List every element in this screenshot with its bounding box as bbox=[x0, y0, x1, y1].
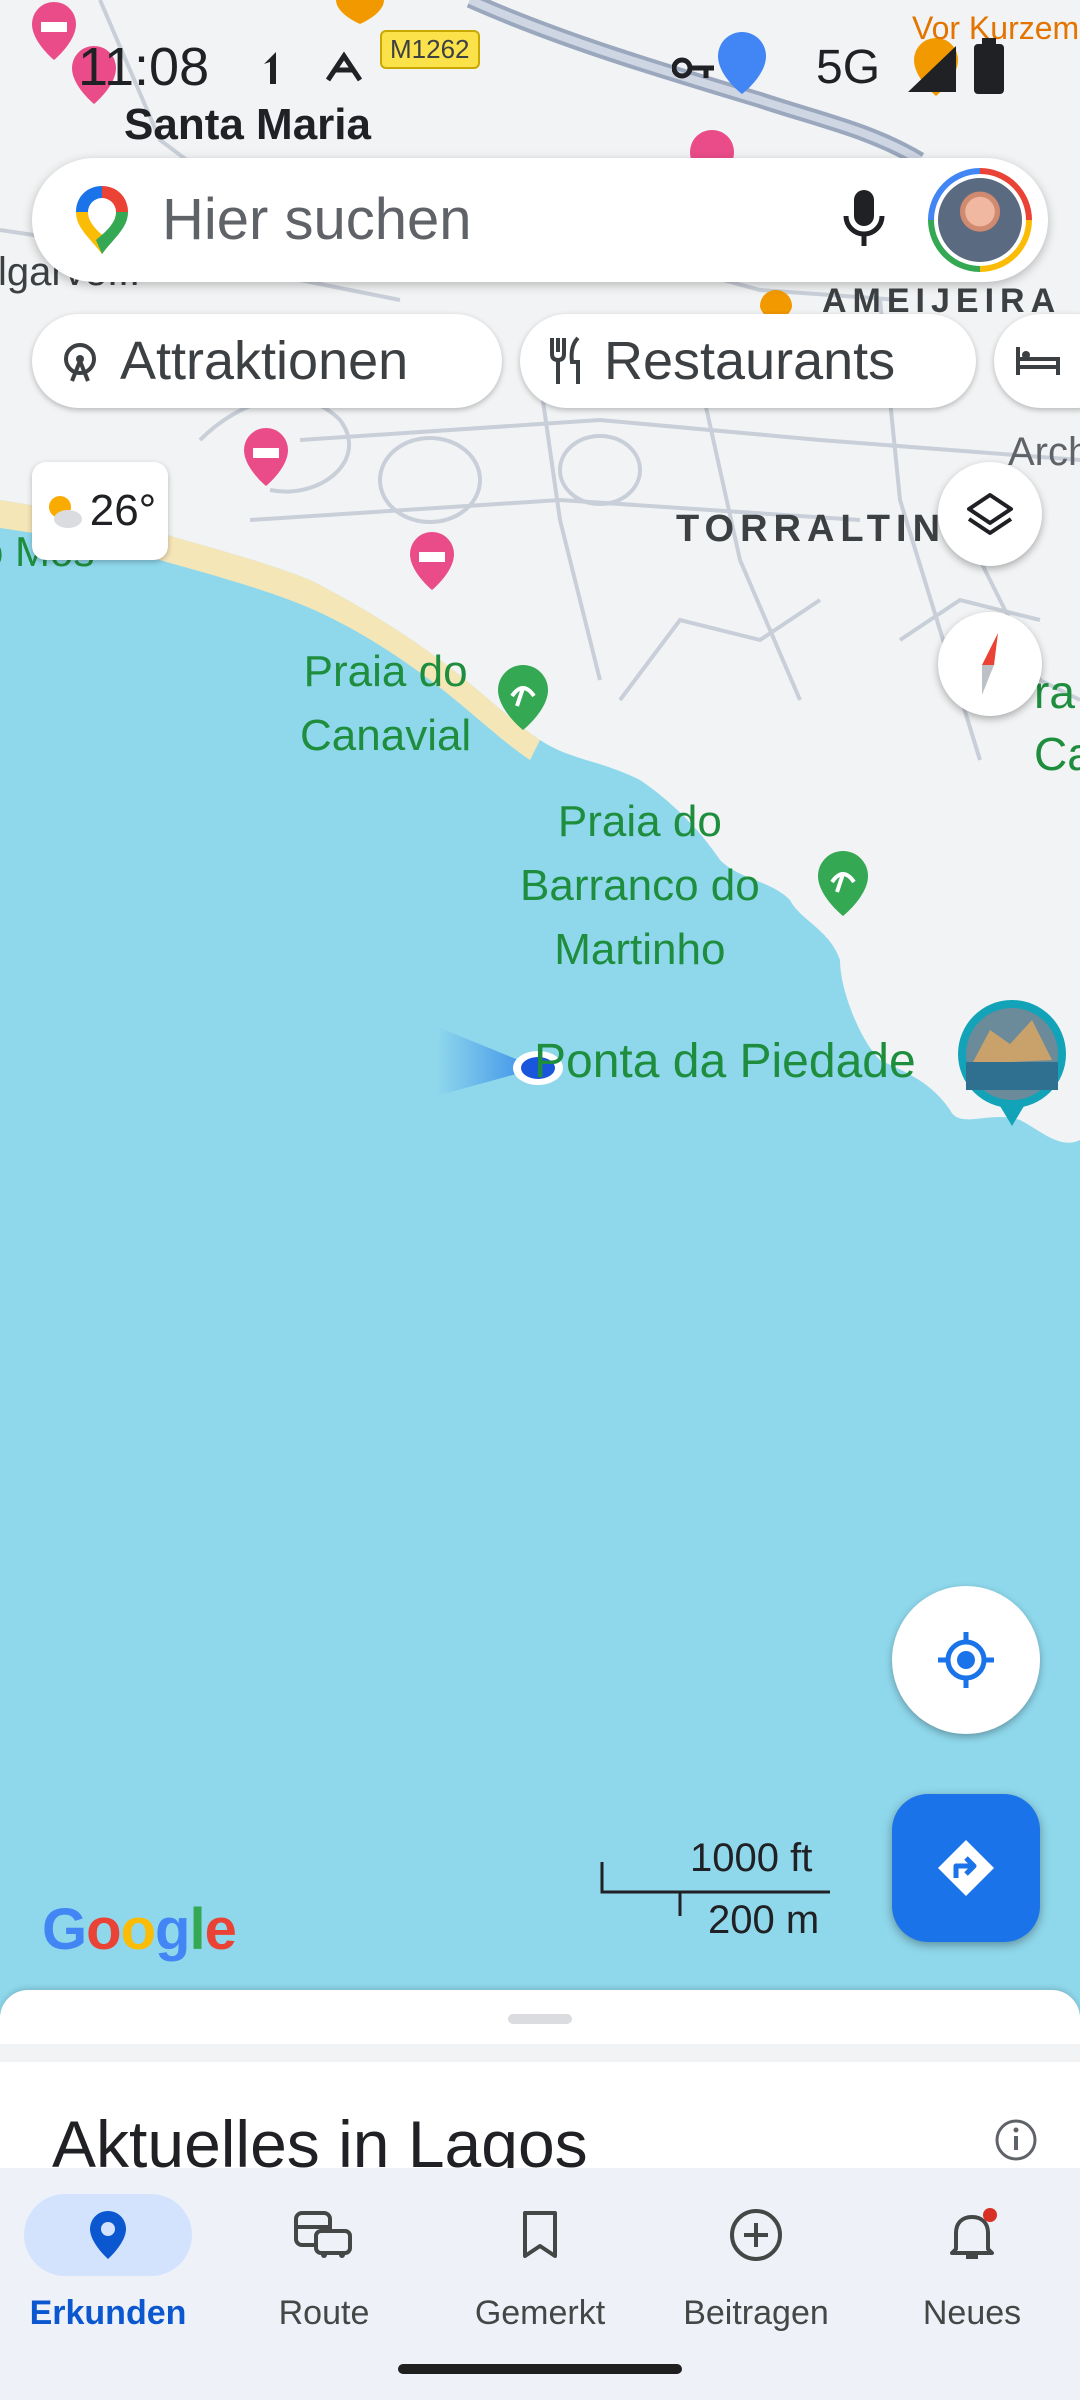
label-torraltinha: TORRALTIN bbox=[676, 508, 947, 550]
partly-cloudy-icon bbox=[48, 496, 82, 528]
nav-neues[interactable]: Neues bbox=[864, 2180, 1080, 2340]
vpn-key-icon bbox=[672, 57, 714, 79]
google-maps-pin-icon bbox=[76, 186, 128, 254]
directions-button[interactable] bbox=[892, 1794, 1040, 1942]
nav-label: Beitragen bbox=[683, 2294, 829, 2332]
my-location-icon bbox=[938, 1632, 994, 1688]
my-location-button[interactable] bbox=[892, 1586, 1040, 1734]
info-icon[interactable] bbox=[994, 2118, 1038, 2162]
search-placeholder[interactable]: Hier suchen bbox=[162, 186, 471, 253]
label-line: Canavial bbox=[300, 711, 472, 760]
compass-icon bbox=[982, 633, 998, 695]
notification-icon bbox=[264, 52, 276, 84]
microphone-icon[interactable] bbox=[842, 188, 886, 252]
status-bar: 11:08 5G bbox=[0, 0, 1080, 130]
layers-icon bbox=[967, 493, 1013, 535]
sheet-divider bbox=[0, 2044, 1080, 2062]
nav-indicator bbox=[240, 2194, 408, 2276]
weather-temperature: 26° bbox=[89, 486, 157, 535]
label-line: Praia do bbox=[557, 797, 722, 846]
nav-indicator bbox=[888, 2194, 1056, 2276]
chip-label: Restaurants bbox=[604, 331, 896, 391]
bed-icon bbox=[1014, 343, 1062, 379]
layers-button[interactable] bbox=[938, 462, 1042, 566]
commute-icon bbox=[294, 2211, 352, 2258]
avatar-photo bbox=[934, 174, 1026, 266]
nav-beitragen[interactable]: Beitragen bbox=[648, 2180, 864, 2340]
nav-indicator bbox=[456, 2194, 624, 2276]
label-ponta-da-piedade[interactable]: Ponta da Piedade bbox=[534, 1030, 916, 1094]
signal-icon bbox=[908, 46, 956, 92]
nav-route[interactable]: Route bbox=[216, 2180, 432, 2340]
gesture-bar[interactable] bbox=[398, 2364, 682, 2374]
bookmark-icon bbox=[523, 2211, 557, 2258]
weather-badge[interactable]: 26° bbox=[32, 462, 168, 560]
status-time: 11:08 bbox=[78, 37, 210, 97]
chip-restaurants[interactable]: Restaurants bbox=[520, 314, 976, 408]
nav-indicator bbox=[24, 2194, 192, 2276]
account-avatar[interactable] bbox=[928, 168, 1032, 272]
label-line: Barranco do bbox=[520, 861, 760, 910]
google-logo: Google bbox=[42, 1897, 237, 1962]
scale-metric: 200 m bbox=[708, 1898, 820, 1942]
notification-dot bbox=[983, 2208, 997, 2222]
chip-label: Attraktionen bbox=[120, 331, 409, 391]
label-line: Martinho bbox=[554, 925, 726, 974]
label-line: Praia do bbox=[303, 647, 468, 696]
chip-hotels[interactable] bbox=[994, 314, 1080, 408]
sheet-title: Aktuelles in Lagos bbox=[52, 2107, 588, 2170]
compass-button[interactable] bbox=[938, 612, 1042, 716]
sheet-drag-handle[interactable] bbox=[508, 2014, 572, 2024]
nav-label: Route bbox=[278, 2294, 370, 2332]
add-circle-icon bbox=[730, 2209, 782, 2261]
label-ca: Ca bbox=[1034, 728, 1080, 780]
label-praia-do-canavial[interactable]: Praia do Canavial bbox=[300, 640, 471, 768]
directions-icon bbox=[938, 1840, 994, 1896]
ferris-wheel-icon bbox=[58, 339, 102, 383]
search-bar[interactable]: Hier suchen bbox=[32, 158, 1048, 282]
bottom-sheet[interactable]: Aktuelles in Lagos bbox=[0, 1990, 1080, 2170]
bell-icon bbox=[950, 2208, 997, 2259]
label-praia-do-barranco[interactable]: Praia do Barranco do Martinho bbox=[520, 790, 760, 982]
navigation-arrow-icon bbox=[325, 51, 363, 82]
nav-indicator bbox=[672, 2194, 840, 2276]
battery-icon bbox=[974, 38, 1004, 94]
chip-attraktionen[interactable]: Attraktionen bbox=[32, 314, 502, 408]
label-arch: Arch bbox=[1008, 430, 1080, 474]
location-pin-icon bbox=[90, 2211, 126, 2259]
nav-label: Gemerkt bbox=[474, 2294, 606, 2332]
nav-gemerkt[interactable]: Gemerkt bbox=[432, 2180, 648, 2340]
nav-label: Neues bbox=[922, 2294, 1022, 2332]
nav-label: Erkunden bbox=[29, 2294, 187, 2332]
fork-knife-icon bbox=[546, 336, 586, 386]
nav-erkunden[interactable]: Erkunden bbox=[0, 2180, 216, 2340]
scale-imperial: 1000 ft bbox=[690, 1836, 813, 1880]
status-network: 5G bbox=[816, 41, 881, 94]
